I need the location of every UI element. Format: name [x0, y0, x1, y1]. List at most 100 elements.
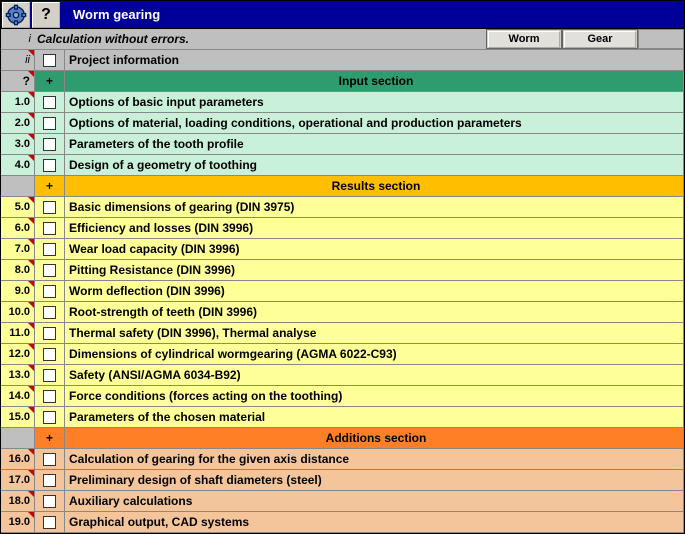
row-expander[interactable] — [35, 491, 65, 511]
row-label: Root-strength of teeth (DIN 3996) — [65, 302, 684, 322]
row-label: Thermal safety (DIN 3996), Thermal analy… — [65, 323, 684, 343]
row-number: 18.0 — [1, 491, 35, 511]
help-button[interactable]: ? — [32, 2, 60, 28]
outline-row[interactable]: 4.0 Design of a geometry of toothing — [1, 155, 684, 176]
row-number: 10.0 — [1, 302, 35, 322]
row-expander[interactable] — [35, 407, 65, 427]
expander-icon — [43, 411, 56, 424]
outline-row[interactable]: 5.0Basic dimensions of gearing (DIN 3975… — [1, 197, 684, 218]
expander-icon — [43, 453, 56, 466]
app-icon[interactable] — [2, 2, 30, 28]
outline-row[interactable]: 10.0 Root-strength of teeth (DIN 3996) — [1, 302, 684, 323]
input-section-header: ? + Input section — [1, 71, 684, 92]
row-expander[interactable] — [35, 218, 65, 238]
expander-icon — [43, 222, 56, 235]
row-expander[interactable] — [35, 197, 65, 217]
row-number: 7.0 — [1, 239, 35, 259]
row-expander[interactable] — [35, 386, 65, 406]
project-info-row[interactable]: ii Project information — [1, 50, 684, 71]
outline-row[interactable]: 12.0 Dimensions of cylindrical wormgearin… — [1, 344, 684, 365]
row-number: 9.0 — [1, 281, 35, 301]
outline-row[interactable]: 2.0Options of material, loading conditio… — [1, 113, 684, 134]
row-expander[interactable] — [35, 92, 65, 112]
row-label: Preliminary design of shaft diameters (s… — [65, 470, 684, 490]
page-title: Worm gearing — [61, 7, 160, 22]
row-label: Safety (ANSI/AGMA 6034-B92) — [65, 365, 684, 385]
expander-icon — [43, 54, 56, 67]
status-text: Calculation without errors. — [35, 29, 486, 49]
row-expander[interactable] — [35, 239, 65, 259]
expander-icon — [43, 348, 56, 361]
outline-row[interactable]: 14.0Force conditions (forces acting on t… — [1, 386, 684, 407]
gear-button-cell: Gear — [562, 29, 638, 49]
row-number: 12.0 — [1, 344, 35, 364]
outline-row[interactable]: 18.0 Auxiliary calculations — [1, 491, 684, 512]
expand-results-section[interactable]: + — [35, 176, 65, 196]
results-section-index — [1, 176, 35, 196]
row-expander[interactable] — [35, 302, 65, 322]
row-expander[interactable] — [35, 155, 65, 175]
expand-input-section[interactable]: + — [35, 71, 65, 91]
row-expander[interactable] — [35, 113, 65, 133]
expander-icon — [43, 243, 56, 256]
row-number: 16.0 — [1, 449, 35, 469]
outline-row[interactable]: 17.0 Preliminary design of shaft diameter… — [1, 470, 684, 491]
row-number: 17.0 — [1, 470, 35, 490]
row-expander[interactable] — [35, 260, 65, 280]
status-row: i Calculation without errors. Worm Gear — [1, 29, 684, 50]
input-section-qmark[interactable]: ? — [1, 71, 35, 91]
row-expander[interactable] — [35, 281, 65, 301]
row-number: 6.0 — [1, 218, 35, 238]
row-number: 15.0 — [1, 407, 35, 427]
gear-button[interactable]: Gear — [564, 31, 636, 48]
row-label: Calculation of gearing for the given axi… — [65, 449, 684, 469]
row-number: 13.0 — [1, 365, 35, 385]
row-number: 14.0 — [1, 386, 35, 406]
outline-row[interactable]: 6.0 Efficiency and losses (DIN 3996) — [1, 218, 684, 239]
outline-row[interactable]: 9.0 Worm deflection (DIN 3996) — [1, 281, 684, 302]
outline-row[interactable]: 3.0Parameters of the tooth profile — [1, 134, 684, 155]
input-section-label: Input section — [65, 71, 684, 91]
expander-icon — [43, 117, 56, 130]
outline-row[interactable]: 11.0Thermal safety (DIN 3996), Thermal a… — [1, 323, 684, 344]
expander-icon — [43, 369, 56, 382]
additions-section-index — [1, 428, 35, 448]
row-expander[interactable] — [35, 470, 65, 490]
row-expander[interactable] — [35, 134, 65, 154]
additions-section-header: + Additions section — [1, 428, 684, 449]
expand-additions-section[interactable]: + — [35, 428, 65, 448]
row-expander[interactable] — [35, 323, 65, 343]
expander-icon — [43, 495, 56, 508]
row-label: Design of a geometry of toothing — [65, 155, 684, 175]
row-number: 4.0 — [1, 155, 35, 175]
outline-row[interactable]: 13.0 Safety (ANSI/AGMA 6034-B92) — [1, 365, 684, 386]
expander-icon — [43, 264, 56, 277]
row-label: Graphical output, CAD systems — [65, 512, 684, 532]
row-label: Auxiliary calculations — [65, 491, 684, 511]
outline-row[interactable]: 7.0 Wear load capacity (DIN 3996) — [1, 239, 684, 260]
row-label: Parameters of the chosen material — [65, 407, 684, 427]
outline-row[interactable]: 8.0Pitting Resistance (DIN 3996) — [1, 260, 684, 281]
row-label: Dimensions of cylindrical wormgearing (A… — [65, 344, 684, 364]
row-label: Wear load capacity (DIN 3996) — [65, 239, 684, 259]
row-expander[interactable] — [35, 365, 65, 385]
outline-row[interactable]: 19.0Graphical output, CAD systems — [1, 512, 684, 533]
row-label: Efficiency and losses (DIN 3996) — [65, 218, 684, 238]
empty-button-cell — [638, 29, 684, 49]
row-expander[interactable] — [35, 512, 65, 532]
worm-button[interactable]: Worm — [488, 31, 560, 48]
row-label: Parameters of the tooth profile — [65, 134, 684, 154]
expander-icon — [43, 96, 56, 109]
expand-project[interactable] — [35, 50, 65, 70]
row-expander[interactable] — [35, 344, 65, 364]
row-label: Worm deflection (DIN 3996) — [65, 281, 684, 301]
outline-row[interactable]: 16.0 Calculation of gearing for the given… — [1, 449, 684, 470]
outline-row[interactable]: 15.0 Parameters of the chosen material — [1, 407, 684, 428]
expander-icon — [43, 306, 56, 319]
outline-row[interactable]: 1.0Options of basic input parameters — [1, 92, 684, 113]
expander-icon — [43, 474, 56, 487]
row-expander[interactable] — [35, 449, 65, 469]
expander-icon — [43, 201, 56, 214]
additions-section-label: Additions section — [65, 428, 684, 448]
row-number: 1.0 — [1, 92, 35, 112]
